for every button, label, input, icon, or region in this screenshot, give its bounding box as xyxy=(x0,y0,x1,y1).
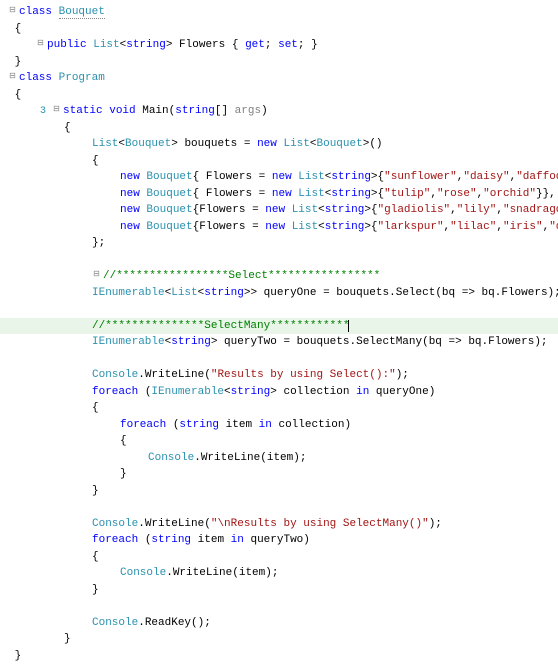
code-line[interactable]: { xyxy=(0,549,558,566)
code-line[interactable]: } xyxy=(0,466,558,483)
code-line[interactable]: } xyxy=(0,648,558,665)
code-line[interactable]: { xyxy=(0,153,558,170)
collapse-icon[interactable]: ⊟ xyxy=(52,106,61,115)
code-line[interactable]: }; xyxy=(0,235,558,252)
code-line[interactable]: IEnumerable<List<string>> queryOne = bou… xyxy=(0,285,558,302)
code-line[interactable]: } xyxy=(0,483,558,500)
code-line[interactable]: ⊟//*****************Select**************… xyxy=(0,268,558,285)
code-line[interactable] xyxy=(0,499,558,516)
code-line[interactable]: { xyxy=(0,433,558,450)
code-line[interactable]: } xyxy=(0,582,558,599)
code-line[interactable]: foreach (string item in collection) xyxy=(0,417,558,434)
collapse-icon[interactable]: ⊟ xyxy=(36,40,45,49)
code-line[interactable]: foreach (string item in queryTwo) xyxy=(0,532,558,549)
code-line[interactable]: new Bouquet{ Flowers = new List<string>{… xyxy=(0,169,558,186)
code-line[interactable]: Console.ReadKey(); xyxy=(0,615,558,632)
collapse-icon[interactable]: ⊟ xyxy=(8,7,17,16)
code-line[interactable]: new Bouquet{Flowers = new List<string>{"… xyxy=(0,202,558,219)
code-line[interactable]: { xyxy=(0,120,558,137)
code-line[interactable] xyxy=(0,351,558,368)
code-line[interactable]: ⊟public List<string> Flowers { get; set;… xyxy=(0,37,558,54)
code-line[interactable]: //***************SelectMany************ xyxy=(0,318,558,335)
code-line[interactable]: { xyxy=(0,87,558,104)
code-line[interactable] xyxy=(0,301,558,318)
collapse-icon[interactable]: ⊟ xyxy=(92,271,101,280)
code-line[interactable] xyxy=(0,252,558,269)
code-line[interactable]: ⊟class Program xyxy=(0,70,558,87)
code-line[interactable]: Console.WriteLine("\nResults by using Se… xyxy=(0,516,558,533)
code-line[interactable]: new Bouquet{ Flowers = new List<string>{… xyxy=(0,186,558,203)
code-line[interactable]: { xyxy=(0,21,558,38)
code-line[interactable]: Console.WriteLine(item); xyxy=(0,565,558,582)
code-line[interactable]: Console.WriteLine(item); xyxy=(0,450,558,467)
code-line[interactable]: 3⊟static void Main(string[] args) xyxy=(0,103,558,120)
code-editor[interactable]: ⊟class Bouquet { ⊟public List<string> Fl… xyxy=(0,4,558,664)
code-line[interactable]: } xyxy=(0,631,558,648)
code-line[interactable]: new Bouquet{Flowers = new List<string>{"… xyxy=(0,219,558,236)
code-line[interactable]: IEnumerable<string> queryTwo = bouquets.… xyxy=(0,334,558,351)
collapse-icon[interactable]: ⊟ xyxy=(8,73,17,82)
code-line[interactable]: foreach (IEnumerable<string> collection … xyxy=(0,384,558,401)
line-number: 3 xyxy=(36,104,46,119)
code-line[interactable] xyxy=(0,598,558,615)
code-line[interactable]: } xyxy=(0,54,558,71)
code-line[interactable]: List<Bouquet> bouquets = new List<Bouque… xyxy=(0,136,558,153)
code-line[interactable]: Console.WriteLine("Results by using Sele… xyxy=(0,367,558,384)
code-line[interactable]: ⊟class Bouquet xyxy=(0,4,558,21)
code-line[interactable]: { xyxy=(0,400,558,417)
